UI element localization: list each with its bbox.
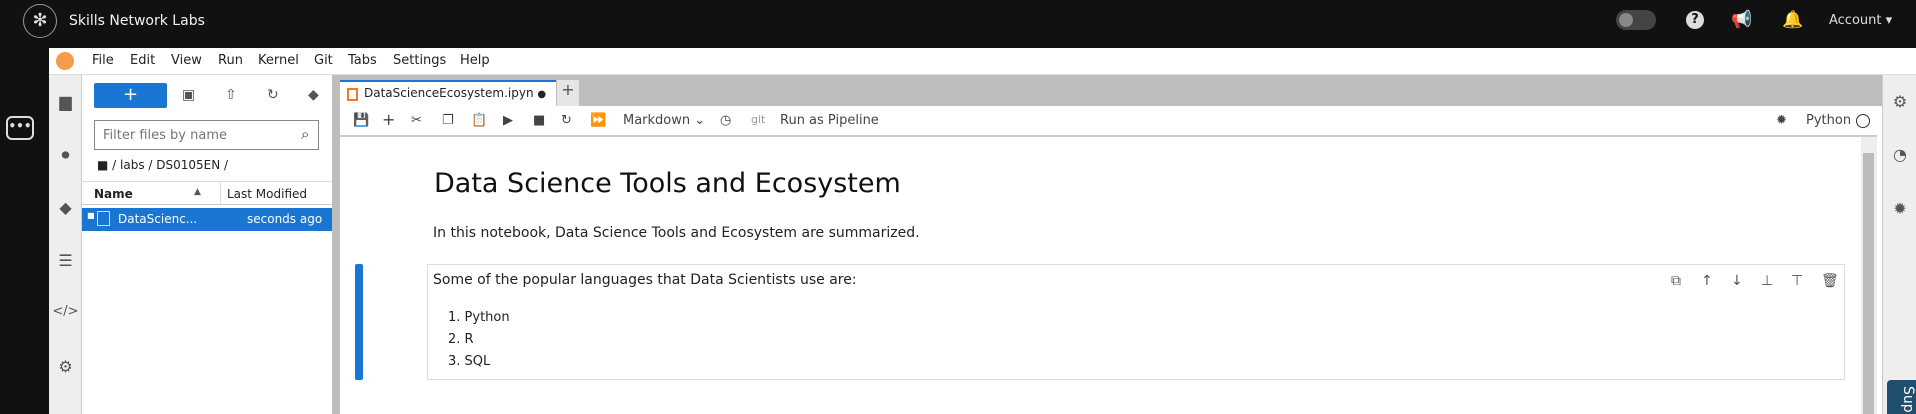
jupyter-logo	[56, 52, 74, 70]
debugger-bug-icon[interactable]: ✹	[1776, 113, 1787, 128]
duplicate-cell-icon[interactable]: ⧉	[1671, 273, 1681, 289]
breadcrumb[interactable]: ■ / labs / DS0105EN /	[97, 158, 228, 172]
menu-git[interactable]: Git	[314, 53, 333, 68]
stop-icon[interactable]: ■	[533, 113, 545, 128]
cut-icon[interactable]: ✂	[411, 113, 422, 128]
copy-icon[interactable]: ❐	[442, 113, 454, 128]
menu-kernel[interactable]: Kernel	[258, 53, 299, 68]
search-icon: ⌕	[301, 125, 310, 143]
menu-run[interactable]: Run	[218, 53, 243, 68]
running-indicator: ■	[87, 211, 95, 220]
folder-icon[interactable]: ▆	[49, 92, 82, 111]
menu-file[interactable]: File	[92, 53, 114, 68]
account-menu[interactable]: Account ▾	[1829, 13, 1892, 28]
file-browser: + ▣ ⇧ ↻ ◆ ⌕ ■ / labs / DS0105EN / Name ▲…	[82, 75, 332, 414]
cell-type-label: Markdown	[623, 113, 691, 128]
git-diff-button[interactable]: git	[751, 113, 765, 126]
insert-above-icon[interactable]: ⊥	[1761, 273, 1773, 289]
menu-tabs[interactable]: Tabs	[348, 53, 377, 68]
right-sidebar: ⚙ ◔ ✹	[1882, 75, 1916, 414]
notebook-file-icon	[97, 211, 110, 226]
last-modified-column-header[interactable]: Last Modified	[227, 187, 307, 201]
file-list-header: Name ▲ Last Modified	[82, 181, 332, 205]
file-name: DataScienc...	[118, 212, 198, 226]
skills-network-logo[interactable]: ✻	[23, 4, 57, 38]
active-cell-collapser[interactable]	[355, 264, 363, 380]
list-item: 2. R	[448, 332, 474, 347]
chat-icon[interactable]: •••	[6, 116, 34, 140]
new-tab-button[interactable]: +	[557, 80, 579, 106]
markdown-cell[interactable]: Some of the popular languages that Data …	[427, 264, 1845, 380]
insert-below-icon[interactable]: ⊤	[1791, 273, 1803, 289]
upload-icon[interactable]: ⇧	[225, 87, 237, 103]
paste-icon[interactable]: 📋	[471, 113, 487, 128]
property-inspector-gear-icon[interactable]: ⚙	[49, 357, 82, 376]
run-as-pipeline-button[interactable]: Run as Pipeline	[780, 113, 879, 128]
file-modified: seconds ago	[247, 212, 323, 226]
run-icon[interactable]: ▶	[503, 113, 513, 128]
menu-view[interactable]: View	[171, 53, 202, 68]
support-tab[interactable]: Sup	[1887, 380, 1916, 414]
insert-cell-icon[interactable]: +	[382, 110, 395, 129]
left-activity-bar: ▆ ⏺ ◆ ☰ </> ⚙	[49, 75, 82, 414]
move-down-icon[interactable]: ↓	[1731, 273, 1743, 289]
help-icon[interactable]: ?	[1686, 11, 1704, 29]
clock-icon[interactable]: ◷	[720, 113, 731, 128]
tab-notebook[interactable]: DataScienceEcosystem.ipyn ●	[340, 80, 556, 106]
run-all-icon[interactable]: ⏩	[590, 113, 606, 128]
cell-type-select[interactable]: Markdown ⌄	[623, 113, 705, 128]
chevron-down-icon: ⌄	[694, 113, 706, 128]
running-stop-icon[interactable]: ⏺	[49, 145, 82, 165]
notebook-icon	[347, 88, 358, 101]
list-item: 1. Python	[448, 310, 510, 325]
resource-gauge-icon[interactable]: ◔	[1883, 145, 1916, 164]
left-dark-strip: •••	[0, 48, 49, 414]
sort-ascending-icon: ▲	[194, 187, 201, 197]
debugger-bug-icon[interactable]: ✹	[1883, 199, 1916, 218]
new-launcher-button[interactable]: +	[94, 83, 167, 108]
move-up-icon[interactable]: ↑	[1701, 273, 1713, 289]
menu-help[interactable]: Help	[460, 53, 490, 68]
file-row[interactable]: ■ DataScienc... seconds ago	[82, 208, 332, 231]
git-clone-icon[interactable]: ◆	[308, 87, 319, 103]
notebook-scrollbar[interactable]	[1861, 137, 1877, 414]
git-icon[interactable]: ◆	[49, 198, 82, 217]
panel-splitter[interactable]	[332, 75, 340, 414]
unsaved-dot-icon[interactable]: ●	[537, 89, 546, 100]
menu-edit[interactable]: Edit	[130, 53, 155, 68]
menu-bar: File Edit View Run Kernel Git Tabs Setti…	[49, 48, 1916, 75]
top-bar: ✻ Skills Network Labs ☾ ? 📢 🔔 Account ▾	[0, 0, 1916, 48]
account-label: Account	[1829, 13, 1882, 28]
property-gears-icon[interactable]: ⚙	[1883, 92, 1916, 111]
brand-title: Skills Network Labs	[69, 13, 205, 29]
refresh-icon[interactable]: ↻	[267, 87, 279, 103]
folder-icon: ■	[97, 158, 109, 172]
filter-files-input[interactable]	[94, 120, 319, 150]
megaphone-icon[interactable]: 📢	[1731, 10, 1752, 30]
dark-mode-toggle[interactable]	[1616, 10, 1656, 30]
notebook-toolbar: 💾 + ✂ ❐ 📋 ▶ ■ ↻ ⏩ Markdown ⌄ ◷ git Run a…	[340, 106, 1877, 137]
new-folder-icon[interactable]: ▣	[182, 87, 195, 103]
notebook-title: Data Science Tools and Ecosystem	[434, 168, 901, 199]
tab-title: DataScienceEcosystem.ipyn	[364, 86, 534, 100]
breadcrumb-path: / labs / DS0105EN /	[112, 158, 229, 172]
save-icon[interactable]: 💾	[353, 113, 369, 128]
kernel-status-idle-icon	[1856, 114, 1870, 128]
tab-bar: DataScienceEcosystem.ipyn ● +	[340, 75, 1882, 106]
list-item: 3. SQL	[448, 354, 491, 369]
name-column-header[interactable]: Name	[94, 187, 133, 201]
table-of-contents-icon[interactable]: ☰	[49, 251, 82, 270]
kernel-name[interactable]: Python	[1806, 113, 1851, 128]
bell-icon[interactable]: 🔔	[1782, 10, 1803, 30]
cell-text: Some of the popular languages that Data …	[433, 272, 857, 288]
delete-cell-icon[interactable]: 🗑	[1821, 273, 1839, 289]
restart-icon[interactable]: ↻	[561, 113, 572, 128]
code-icon[interactable]: </>	[49, 304, 82, 319]
intro-paragraph: In this notebook, Data Science Tools and…	[433, 225, 920, 241]
menu-settings[interactable]: Settings	[393, 53, 446, 68]
